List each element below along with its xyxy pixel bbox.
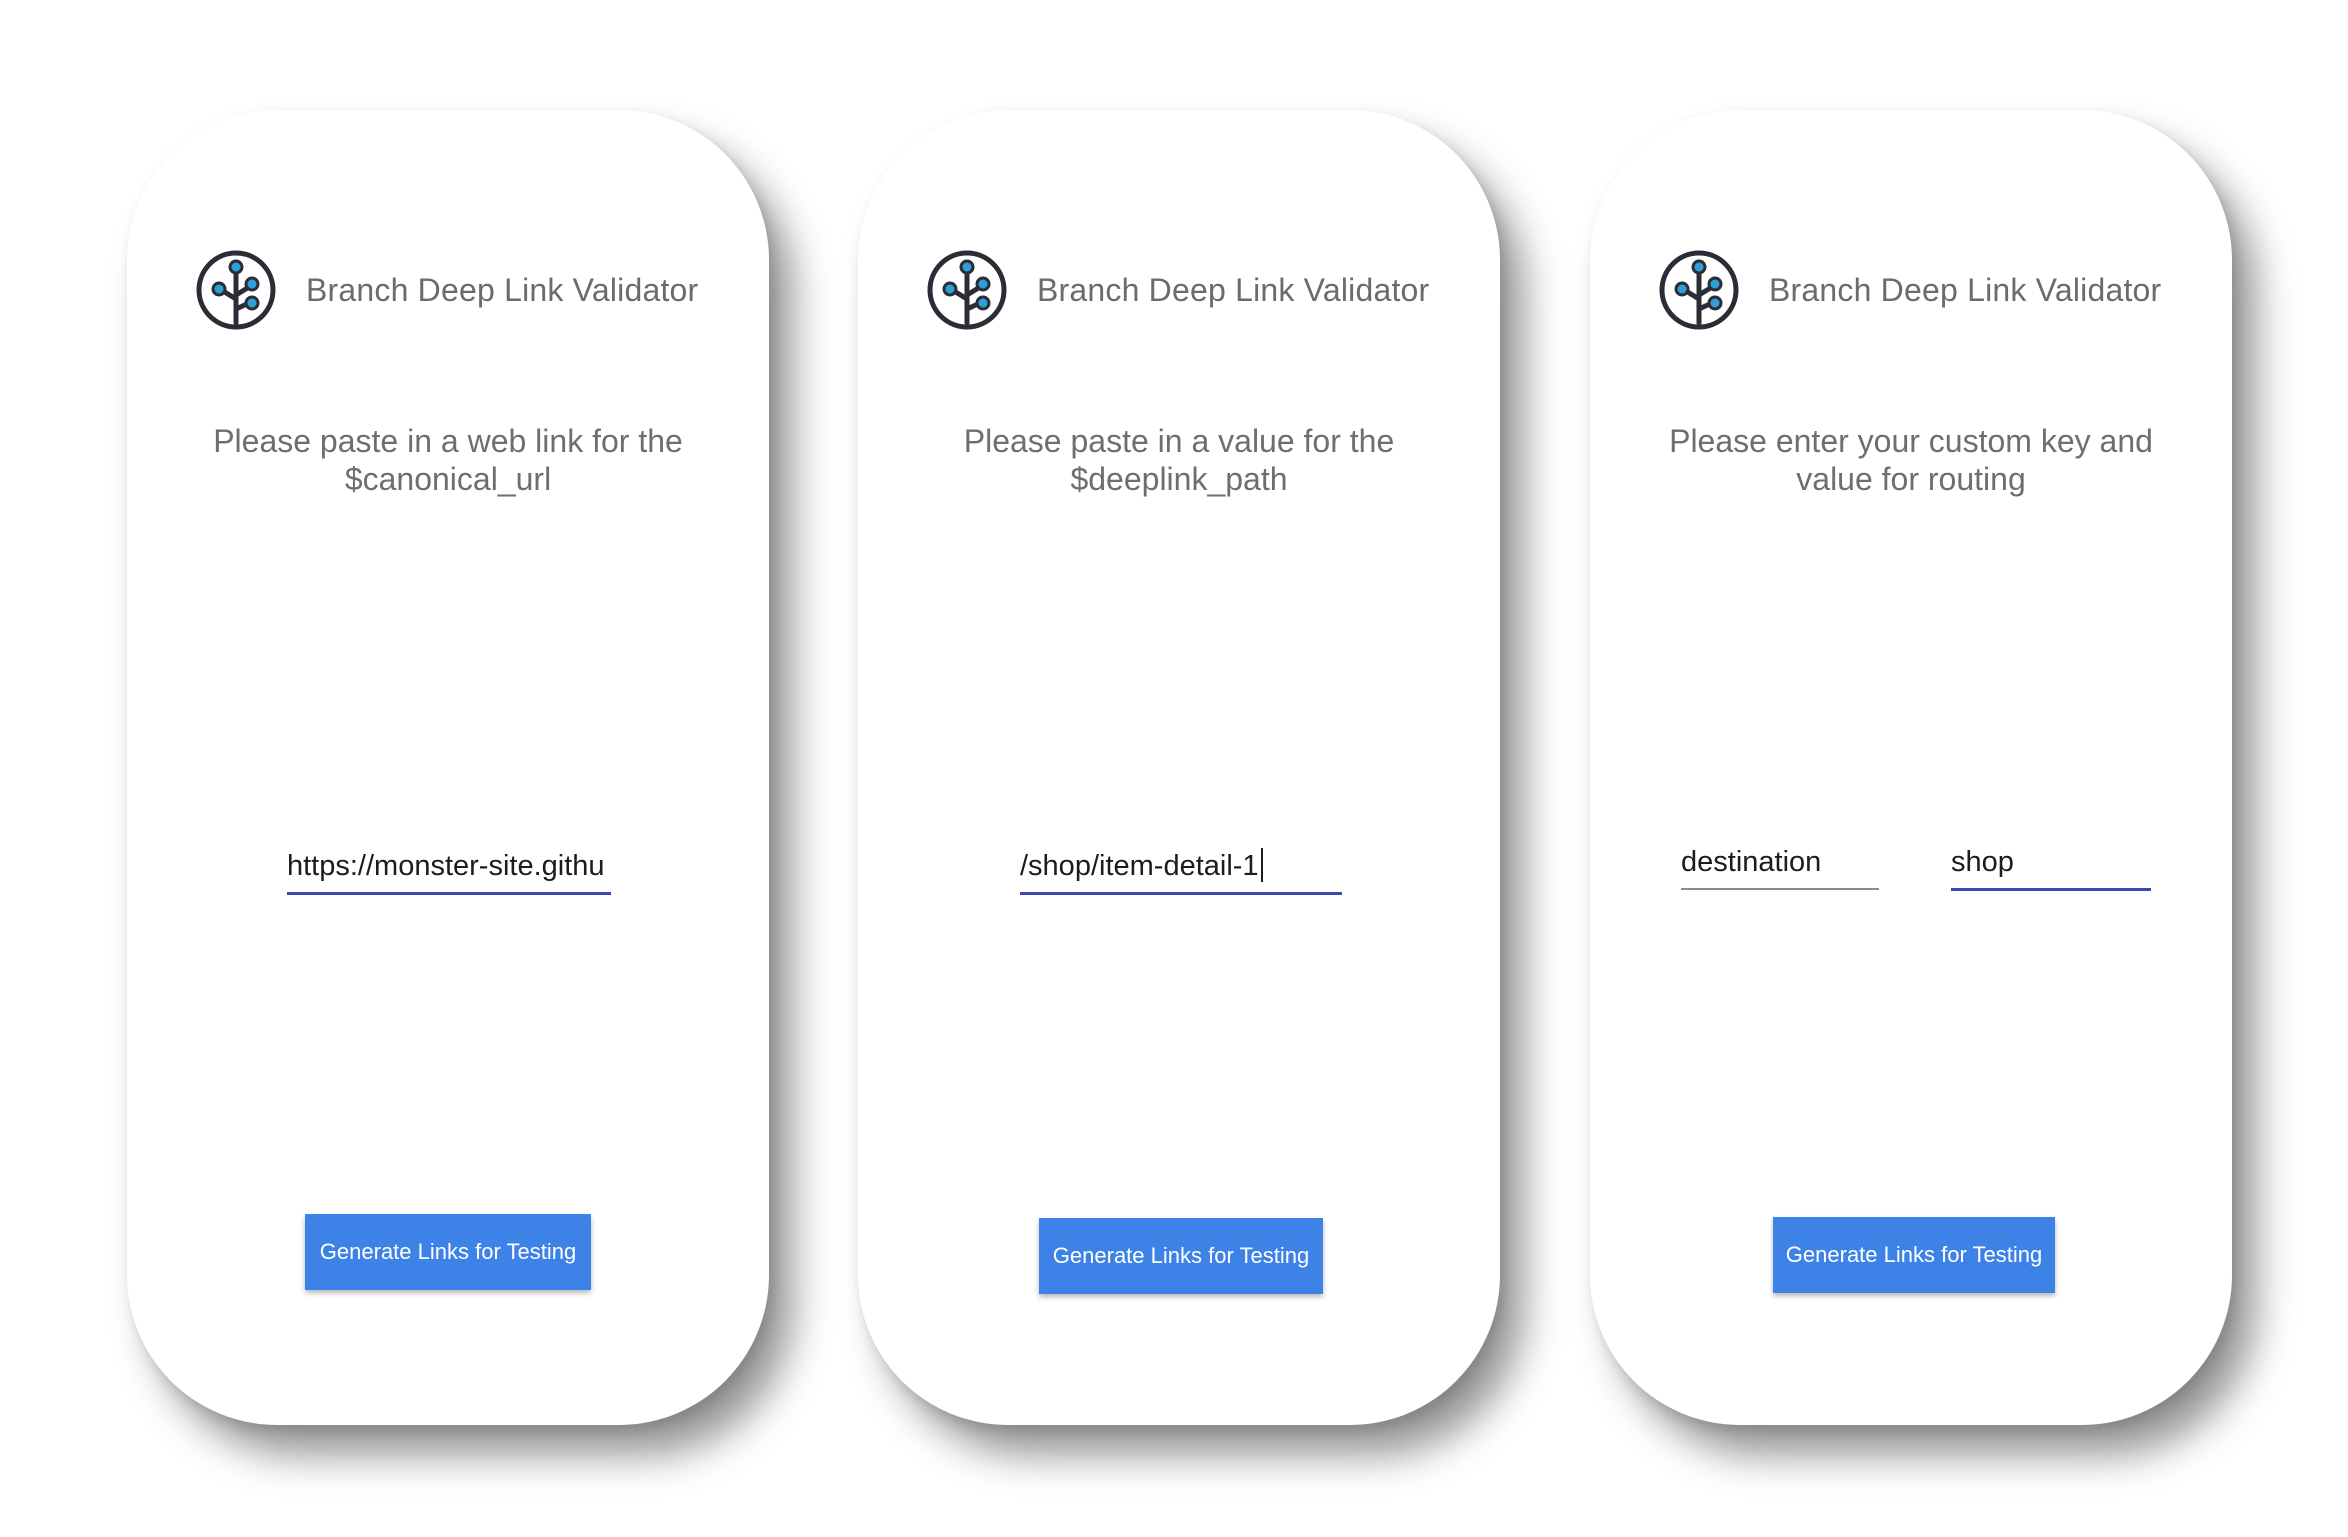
text-cursor <box>1260 848 1263 883</box>
deeplink-path-value: /shop/item-detail-1 <box>1020 850 1259 882</box>
instruction-text: Please paste in a web link for the $cano… <box>213 423 683 497</box>
instruction-text: Please enter your custom key and value f… <box>1669 423 2153 497</box>
app-header: Branch Deep Link Validator <box>195 248 729 332</box>
deeplink-path-input[interactable]: /shop/item-detail-1 <box>1020 840 1342 895</box>
app-title: Branch Deep Link Validator <box>306 271 699 308</box>
generate-links-button[interactable]: Generate Links for Testing <box>1039 1218 1323 1294</box>
generate-links-button[interactable]: Generate Links for Testing <box>305 1214 591 1290</box>
screens-showcase: Branch Deep Link Validator Please paste … <box>0 0 2348 1537</box>
phone-screen-deeplink-path: Branch Deep Link Validator Please paste … <box>858 110 1500 1425</box>
phone-screen-custom-key-value: Branch Deep Link Validator Please enter … <box>1590 110 2232 1425</box>
generate-links-button[interactable]: Generate Links for Testing <box>1773 1217 2055 1293</box>
custom-key-input[interactable]: destination <box>1681 836 1879 890</box>
branch-tree-icon <box>195 249 277 331</box>
instruction-text: Please paste in a value for the $deeplin… <box>963 423 1395 497</box>
app-header: Branch Deep Link Validator <box>926 248 1460 332</box>
app-header: Branch Deep Link Validator <box>1658 248 2192 332</box>
branch-tree-icon <box>926 249 1008 331</box>
app-title: Branch Deep Link Validator <box>1037 271 1430 308</box>
custom-value-input[interactable]: shop <box>1951 836 2151 891</box>
app-title: Branch Deep Link Validator <box>1769 271 2162 308</box>
phone-screen-canonical-url: Branch Deep Link Validator Please paste … <box>127 110 769 1425</box>
canonical-url-input[interactable]: https://monster-site.githu <box>287 840 611 895</box>
branch-tree-icon <box>1658 249 1740 331</box>
